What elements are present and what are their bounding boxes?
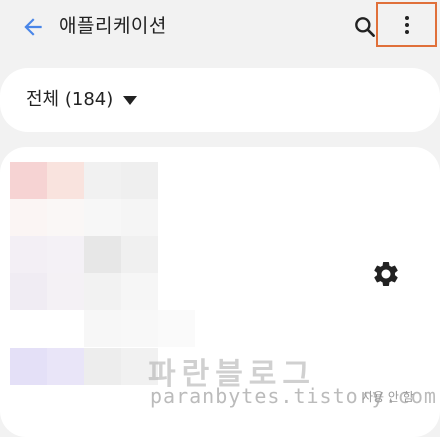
arrow-left-icon[interactable] xyxy=(20,14,46,40)
more-options-button[interactable] xyxy=(376,2,437,47)
filter-label: 전체 (184) xyxy=(26,89,114,110)
page-title: 애플리케이션 xyxy=(59,15,167,37)
more-vert-icon xyxy=(405,16,409,34)
gear-icon[interactable] xyxy=(371,259,401,289)
app-bar: 애플리케이션 xyxy=(0,0,440,54)
app-filter-dropdown[interactable]: 전체 (184) xyxy=(26,87,138,113)
search-icon[interactable] xyxy=(352,14,378,40)
filter-card: 전체 (184) xyxy=(0,68,440,132)
caret-down-icon xyxy=(123,95,138,105)
app-status-label: 사용 안 함 xyxy=(362,390,414,404)
